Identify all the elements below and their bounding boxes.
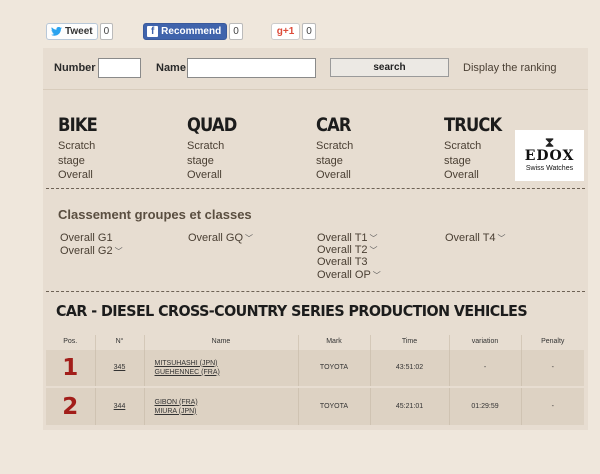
column-header-number: N° — [95, 335, 145, 349]
select-overall-t3[interactable]: Overall T3 — [317, 256, 368, 268]
select-label: Overall T1 — [317, 232, 368, 244]
column-header-variation: variation — [449, 335, 522, 349]
number-label: Number — [54, 62, 96, 74]
results-panel: Number Name search Display the ranking B… — [43, 48, 588, 430]
edox-mark-icon: ⧗ — [544, 134, 555, 150]
bike-stage-link[interactable]: stage — [58, 154, 103, 169]
select-label: Overall OP — [317, 269, 371, 281]
quad-scratch-link[interactable]: Scratch — [187, 139, 244, 154]
quad-overall-link[interactable]: Overall — [187, 168, 244, 183]
car-scratch-link[interactable]: Scratch — [316, 139, 356, 154]
category-title: BIKE — [58, 114, 98, 136]
quad-stage-link[interactable]: stage — [187, 154, 244, 169]
search-button[interactable]: search — [330, 58, 449, 77]
number-input[interactable] — [98, 58, 141, 78]
google-plus-count: 0 — [302, 22, 316, 40]
facebook-count: 0 — [229, 22, 243, 40]
groups-title: Classement groupes et classes — [58, 207, 252, 222]
facebook-label: Recommend — [161, 25, 222, 37]
car-overall-link[interactable]: Overall — [316, 168, 356, 183]
chevron-down-icon: ﹀ — [369, 234, 378, 243]
chevron-down-icon: ﹀ — [114, 247, 123, 256]
select-label: Overall G2 — [60, 245, 113, 257]
time-cell: 45:21:01 — [370, 386, 450, 425]
entry-number-link[interactable]: 344 — [95, 386, 145, 425]
category-car: CAR Scratch stage Overall — [316, 114, 356, 183]
bike-overall-link[interactable]: Overall — [58, 168, 103, 183]
select-overall-op[interactable]: Overall OP ﹀ — [317, 269, 381, 282]
category-title: TRUCK — [444, 114, 502, 136]
social-share-bar: Tweet 0 f Recommend 0 g +1 0 — [46, 22, 316, 40]
category-title: CAR — [316, 114, 352, 136]
mark-cell: TOYOTA — [298, 386, 371, 425]
category-quad: QUAD Scratch stage Overall — [187, 114, 244, 183]
column-header-mark: Mark — [298, 335, 371, 349]
column-header-time: Time — [370, 335, 450, 349]
table-row: 1 345 MITSUHASHI (JPN) GUEHENNEC (FRA) T… — [46, 348, 584, 387]
chevron-down-icon: ﹀ — [372, 271, 381, 280]
select-label: Overall GQ — [188, 232, 244, 244]
display-ranking-link[interactable]: Display the ranking — [463, 62, 557, 74]
divider — [46, 188, 585, 189]
entry-number-link[interactable]: 345 — [95, 348, 145, 387]
penalty-cell: - — [521, 386, 584, 425]
column-header-penalty: Penalty — [541, 338, 565, 346]
table-row: 2 344 GIBON (FRA) MIURA (JPN) TOYOTA 45:… — [46, 386, 584, 425]
position-cell: 1 — [46, 348, 96, 387]
penalty-cell: - — [521, 348, 584, 387]
codriver-name: GUEHENNEC (FRA) — [154, 368, 220, 376]
column-header-pos: Pos. — [46, 335, 96, 349]
position-cell: 2 — [46, 386, 96, 425]
bike-scratch-link[interactable]: Scratch — [58, 139, 103, 154]
chevron-down-icon: ﹀ — [497, 234, 506, 243]
codriver-name: MIURA (JPN) — [154, 407, 197, 415]
google-plus-label: +1 — [282, 25, 295, 37]
variation-cell: 01:29:59 — [449, 386, 522, 425]
truck-scratch-link[interactable]: Scratch — [444, 139, 511, 154]
select-label: Overall G1 — [60, 232, 113, 244]
facebook-icon: f — [147, 25, 159, 37]
select-overall-gq[interactable]: Overall GQ ﹀ — [188, 232, 253, 245]
select-label: Overall T2 — [317, 244, 368, 256]
select-label: Overall T3 — [317, 256, 368, 268]
column-header-name: Name — [144, 335, 299, 349]
table-header-row: Pos. N° Name Mark Time variation Penalty — [46, 335, 584, 349]
sponsor-tagline: Swiss Watches — [525, 165, 574, 172]
google-plus-button[interactable]: g +1 — [270, 22, 301, 40]
variation-cell: - — [449, 348, 522, 387]
search-bar: Number Name search Display the ranking — [43, 48, 588, 90]
tweet-button[interactable]: Tweet — [46, 22, 98, 40]
select-overall-t4[interactable]: Overall T4 ﹀ — [445, 232, 506, 245]
results-section-title: CAR - DIESEL CROSS-COUNTRY SERIES PRODUC… — [56, 302, 528, 320]
crew-names-link[interactable]: GIBON (FRA) MIURA (JPN) — [144, 386, 299, 425]
driver-name: GIBON (FRA) — [154, 398, 198, 406]
name-label: Name — [156, 62, 186, 74]
chevron-down-icon: ﹀ — [369, 246, 378, 255]
car-stage-link[interactable]: stage — [316, 154, 356, 169]
facebook-recommend-button[interactable]: f Recommend — [143, 22, 228, 40]
category-bike: BIKE Scratch stage Overall — [58, 114, 103, 183]
category-truck: TRUCK Scratch stage Overall — [444, 114, 511, 183]
time-cell: 43:51:02 — [370, 348, 450, 387]
truck-stage-link[interactable]: stage — [444, 154, 511, 169]
name-input[interactable] — [187, 58, 316, 78]
crew-names-link[interactable]: MITSUHASHI (JPN) GUEHENNEC (FRA) — [144, 348, 299, 387]
chevron-down-icon: ﹀ — [245, 234, 254, 243]
tweet-count: 0 — [99, 22, 114, 40]
select-overall-g1[interactable]: Overall G1 — [60, 232, 113, 244]
edox-sponsor-logo[interactable]: ⧗ EDOX Swiss Watches — [515, 130, 584, 181]
tweet-label: Tweet — [65, 25, 93, 37]
select-overall-g2[interactable]: Overall G2 ﹀ — [60, 245, 123, 258]
mark-cell: TOYOTA — [298, 348, 371, 387]
divider — [46, 291, 585, 292]
truck-overall-link[interactable]: Overall — [444, 168, 511, 183]
twitter-bird-icon — [51, 26, 62, 36]
driver-name: MITSUHASHI (JPN) — [154, 359, 218, 367]
results-table: Pos. N° Name Mark Time variation Penalty… — [46, 335, 584, 425]
sponsor-brand: EDOX — [524, 148, 575, 164]
category-title: QUAD — [187, 114, 237, 136]
select-label: Overall T4 — [445, 232, 496, 244]
